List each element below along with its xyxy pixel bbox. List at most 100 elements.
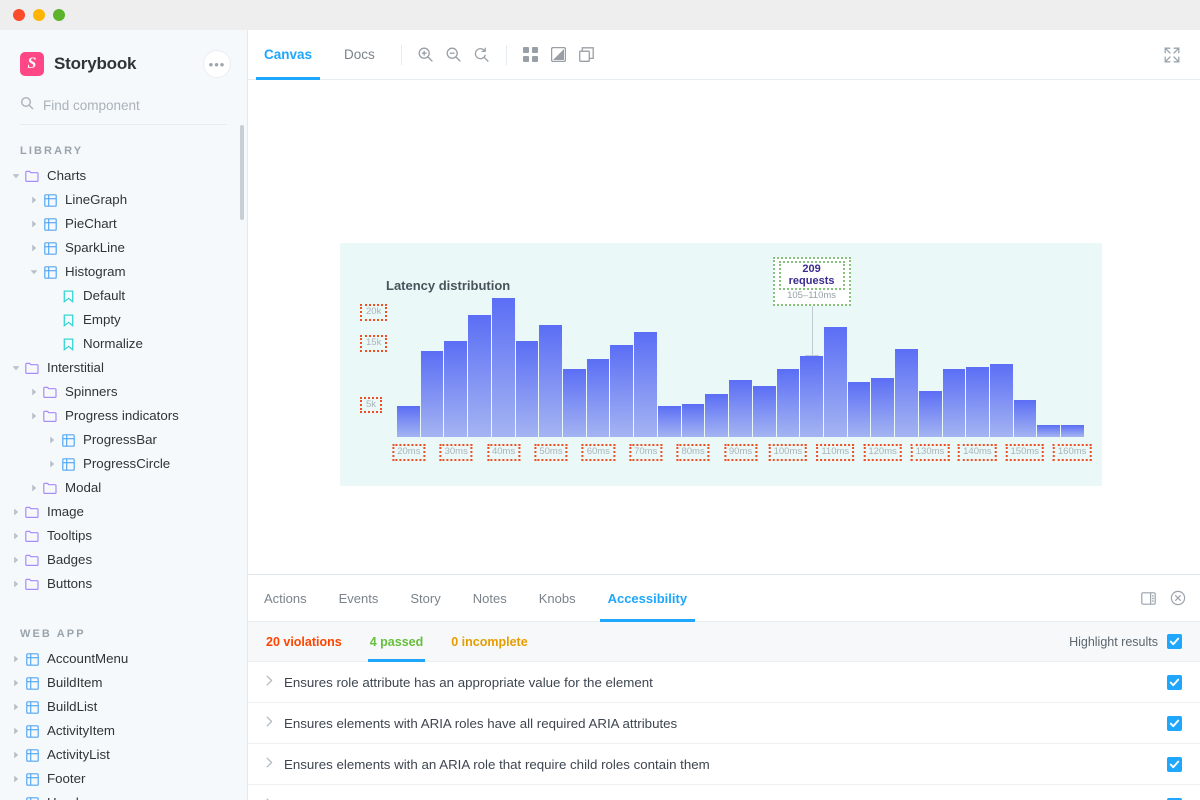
chart-bar[interactable]: [895, 349, 918, 437]
sidebar-item-activitylist[interactable]: ActivityList: [0, 743, 247, 767]
highlight-results-toggle[interactable]: Highlight results: [1069, 634, 1182, 649]
chevron-right-icon[interactable]: [28, 411, 39, 422]
a11y-rule-checkbox[interactable]: [1167, 756, 1182, 772]
chart-bar[interactable]: [871, 377, 895, 437]
sidebar-item-progressbar[interactable]: ProgressBar: [0, 428, 247, 452]
panel-tab-story[interactable]: Story: [394, 575, 456, 622]
sidebar-item-footer[interactable]: Footer: [0, 767, 247, 791]
sidebar-item-normalize[interactable]: Normalize: [0, 332, 247, 356]
a11y-subtab-incomplete[interactable]: 0 incomplete: [437, 622, 541, 662]
chart-bar[interactable]: [776, 369, 800, 437]
sidebar-menu-button[interactable]: •••: [203, 50, 231, 78]
chevron-right-icon[interactable]: [10, 507, 21, 518]
chevron-right-icon[interactable]: [28, 483, 39, 494]
chart-bar[interactable]: [563, 369, 586, 437]
chart-bar[interactable]: [918, 391, 942, 437]
window-maximize-button[interactable]: [53, 9, 65, 21]
sidebar-item-activityitem[interactable]: ActivityItem: [0, 719, 247, 743]
chevron-right-icon[interactable]: [28, 195, 39, 206]
a11y-rule-row[interactable]: Ensures elements with an ARIA role that …: [248, 744, 1200, 785]
chart-bar[interactable]: [420, 350, 444, 437]
window-minimize-button[interactable]: [33, 9, 45, 21]
search-container[interactable]: [20, 96, 227, 125]
a11y-rule-row[interactable]: Ensures buttons have discernible text: [248, 785, 1200, 800]
chart-bar[interactable]: [823, 327, 847, 437]
background-contrast-icon[interactable]: [545, 41, 573, 69]
panel-tab-notes[interactable]: Notes: [457, 575, 523, 622]
sidebar-item-image[interactable]: Image: [0, 500, 247, 524]
panel-position-icon[interactable]: [1136, 586, 1160, 610]
expand-icon[interactable]: [1158, 41, 1186, 69]
sidebar-item-progresscircle[interactable]: ProgressCircle: [0, 452, 247, 476]
chart-bar[interactable]: [515, 340, 539, 437]
chevron-down-icon[interactable]: [10, 363, 21, 374]
chart-bar[interactable]: [847, 381, 871, 437]
sidebar-item-badges[interactable]: Badges: [0, 548, 247, 572]
tab-canvas[interactable]: Canvas: [248, 30, 328, 80]
chevron-right-icon[interactable]: [10, 654, 21, 665]
sidebar-item-buildlist[interactable]: BuildList: [0, 695, 247, 719]
grid-icon[interactable]: [517, 41, 545, 69]
sidebar-item-sparkline[interactable]: SparkLine: [0, 236, 247, 260]
chevron-right-icon[interactable]: [28, 387, 39, 398]
close-icon[interactable]: [1166, 586, 1190, 610]
sidebar-item-charts[interactable]: Charts: [0, 164, 247, 188]
chevron-right-icon[interactable]: [10, 774, 21, 785]
chevron-down-icon[interactable]: [10, 171, 21, 182]
chart-bar[interactable]: [800, 355, 823, 437]
sidebar-item-empty[interactable]: Empty: [0, 308, 247, 332]
window-close-button[interactable]: [13, 9, 25, 21]
sidebar-item-spinners[interactable]: Spinners: [0, 380, 247, 404]
chevron-right-icon[interactable]: [46, 459, 57, 470]
a11y-rule-row[interactable]: Ensures elements with ARIA roles have al…: [248, 703, 1200, 744]
chevron-right-icon[interactable]: [10, 579, 21, 590]
chart-bar[interactable]: [1037, 424, 1061, 437]
sidebar-item-modal[interactable]: Modal: [0, 476, 247, 500]
search-input[interactable]: [43, 98, 227, 113]
sidebar-item-builditem[interactable]: BuildItem: [0, 671, 247, 695]
chevron-right-icon[interactable]: [266, 675, 282, 689]
sidebar-item-tooltips[interactable]: Tooltips: [0, 524, 247, 548]
chevron-right-icon[interactable]: [10, 702, 21, 713]
chevron-right-icon[interactable]: [28, 243, 39, 254]
chevron-right-icon[interactable]: [10, 555, 21, 566]
chart-bar[interactable]: [491, 297, 515, 437]
chart-bar[interactable]: [634, 332, 657, 437]
chevron-right-icon[interactable]: [28, 219, 39, 230]
sidebar-scrollbar[interactable]: [240, 125, 244, 220]
zoom-out-icon[interactable]: [440, 41, 468, 69]
tab-docs[interactable]: Docs: [328, 30, 391, 80]
highlight-results-checkbox[interactable]: [1167, 634, 1182, 649]
panel-tab-events[interactable]: Events: [323, 575, 395, 622]
sidebar-item-progress-indicators[interactable]: Progress indicators: [0, 404, 247, 428]
a11y-subtab-passed[interactable]: 4 passed: [356, 622, 438, 662]
chevron-right-icon[interactable]: [10, 678, 21, 689]
sidebar-item-linegraph[interactable]: LineGraph: [0, 188, 247, 212]
zoom-in-icon[interactable]: [412, 41, 440, 69]
chevron-right-icon[interactable]: [266, 716, 282, 730]
sidebar-item-interstitial[interactable]: Interstitial: [0, 356, 247, 380]
chart-bar[interactable]: [1061, 424, 1084, 437]
chart-bar[interactable]: [468, 314, 491, 437]
chart-bar[interactable]: [966, 366, 989, 437]
panel-tab-knobs[interactable]: Knobs: [523, 575, 592, 622]
sidebar-item-accountmenu[interactable]: AccountMenu: [0, 647, 247, 671]
sidebar-item-histogram[interactable]: Histogram: [0, 260, 247, 284]
chevron-down-icon[interactable]: [28, 267, 39, 278]
chart-bar[interactable]: [539, 324, 563, 437]
panel-tab-accessibility[interactable]: Accessibility: [592, 575, 704, 622]
sidebar-item-buttons[interactable]: Buttons: [0, 572, 247, 596]
chevron-right-icon[interactable]: [10, 726, 21, 737]
a11y-subtab-violations[interactable]: 20 violations: [266, 622, 356, 662]
chart-bar[interactable]: [942, 369, 966, 437]
chart-bar[interactable]: [586, 359, 610, 437]
chevron-right-icon[interactable]: [46, 435, 57, 446]
chart-bar[interactable]: [657, 406, 681, 437]
chart-bar[interactable]: [681, 403, 705, 437]
sidebar-item-piechart[interactable]: PieChart: [0, 212, 247, 236]
chart-bar[interactable]: [752, 386, 776, 437]
chevron-right-icon[interactable]: [10, 531, 21, 542]
chart-bar[interactable]: [397, 405, 420, 437]
chart-bar[interactable]: [729, 380, 752, 437]
chevron-right-icon[interactable]: [266, 757, 282, 771]
